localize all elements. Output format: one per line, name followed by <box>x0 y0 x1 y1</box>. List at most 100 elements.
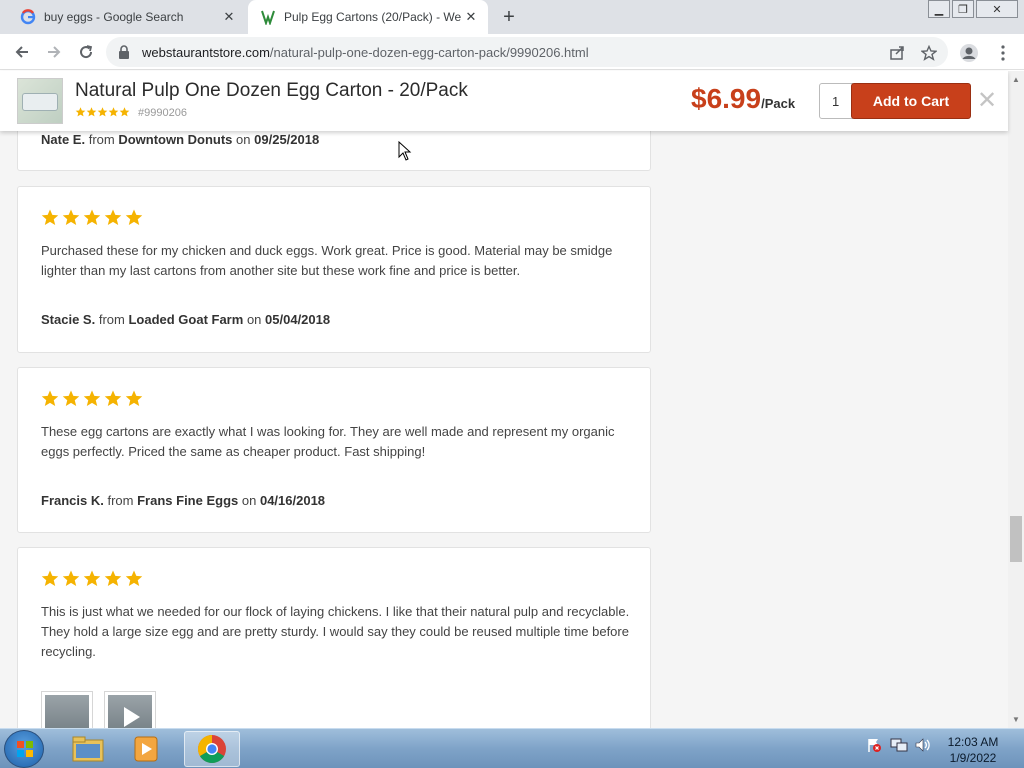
star-icon <box>83 390 101 407</box>
mouse-cursor-icon <box>398 141 412 161</box>
review-date: 09/25/2018 <box>254 132 320 147</box>
sticky-product-header: Natural Pulp One Dozen Egg Carton - 20/P… <box>0 71 1008 131</box>
restore-button[interactable]: ❐ <box>952 0 974 18</box>
tab-strip: buy eggs - Google Search ✕ Pulp Egg Cart… <box>0 0 1024 34</box>
new-tab-button[interactable]: + <box>498 6 520 28</box>
review-author: Nate E. <box>41 132 86 147</box>
review-card: These egg cartons are exactly what I was… <box>17 367 651 533</box>
review-video-thumbnail[interactable] <box>104 691 156 728</box>
close-sticky-header-icon[interactable]: ✕ <box>976 85 998 115</box>
review-byline: Nate E. from Downtown Donuts on 09/25/20… <box>41 132 319 147</box>
star-icon <box>83 570 101 587</box>
arrow-right-icon <box>48 46 61 58</box>
review-video <box>108 695 152 728</box>
tab-google-search[interactable]: buy eggs - Google Search ✕ <box>8 0 246 34</box>
reload-icon <box>80 45 93 59</box>
star-icon <box>125 209 143 226</box>
review-author: Francis K. <box>41 493 104 508</box>
review-on: on <box>241 493 257 508</box>
review-business: Loaded Goat Farm <box>128 312 244 327</box>
review-from: from <box>98 312 125 327</box>
item-number: #9990206 <box>138 107 187 119</box>
star-icon <box>83 209 101 226</box>
network-icon[interactable] <box>890 737 908 753</box>
review-text: These egg cartons are exactly what I was… <box>41 424 615 459</box>
tab-title: buy eggs - Google Search <box>44 10 184 24</box>
review-text: This is just what we needed for our floc… <box>41 604 630 659</box>
review-on: on <box>236 132 251 147</box>
tab-webstaurant[interactable]: Pulp Egg Cartons (20/Pack) - We ✕ <box>248 0 488 34</box>
close-window-button[interactable]: ✕ <box>976 0 1018 18</box>
review-photo-thumbnail[interactable] <box>41 691 93 728</box>
google-icon <box>20 9 36 25</box>
url-text: webstaurantstore.com/natural-pulp-one-do… <box>142 45 589 60</box>
url-path: /natural-pulp-one-dozen-egg-carton-pack/… <box>269 45 589 60</box>
star-icon <box>97 107 108 117</box>
scroll-up-arrow-icon[interactable]: ▲ <box>1008 73 1024 85</box>
review-date: 04/16/2018 <box>259 493 326 508</box>
star-icon <box>62 570 80 587</box>
forward-button[interactable] <box>42 40 66 64</box>
clock-time: 12:03 AM <box>947 735 999 749</box>
close-tab-icon[interactable]: ✕ <box>462 8 480 26</box>
product-title: Natural Pulp One Dozen Egg Carton - 20/P… <box>75 80 468 101</box>
address-bar[interactable]: webstaurantstore.com/natural-pulp-one-do… <box>106 37 948 67</box>
back-button[interactable] <box>10 40 34 64</box>
star-icon <box>62 390 80 407</box>
price-unit: /Pack <box>761 96 796 111</box>
star-icon <box>41 390 59 407</box>
action-center-flag-icon[interactable] <box>866 737 882 753</box>
webstaurant-icon <box>260 9 276 25</box>
review-author: Stacie S. <box>41 312 96 327</box>
star-icon <box>104 390 122 407</box>
review-photo <box>45 695 89 728</box>
profile-icon[interactable] <box>958 42 980 64</box>
star-icon <box>41 209 59 226</box>
star-icon <box>108 107 119 117</box>
scroll-down-arrow-icon[interactable]: ▼ <box>1008 713 1024 725</box>
media-player-taskbar-button[interactable] <box>120 731 176 767</box>
media-player-icon <box>134 736 158 762</box>
play-icon <box>124 707 140 727</box>
start-button[interactable] <box>4 730 44 768</box>
browser-toolbar: webstaurantstore.com/natural-pulp-one-do… <box>0 34 1024 70</box>
star-icon <box>104 209 122 226</box>
star-rating <box>41 570 143 587</box>
product-thumbnail[interactable] <box>17 78 63 124</box>
file-explorer-taskbar-button[interactable] <box>60 731 116 767</box>
volume-icon[interactable] <box>914 737 932 753</box>
system-clock[interactable]: 12:03 AM 1/9/2022 <box>940 734 1006 766</box>
review-byline: Stacie S. from Loaded Goat Farm on 05/04… <box>41 312 330 327</box>
add-to-cart-button[interactable]: Add to Cart <box>851 83 971 119</box>
reload-button[interactable] <box>74 40 98 64</box>
price-value: $6.99 <box>691 83 762 114</box>
clock-date: 1/9/2022 <box>949 751 997 765</box>
star-rating <box>41 209 143 226</box>
menu-kebab-icon[interactable] <box>992 42 1014 64</box>
star-icon <box>104 570 122 587</box>
scrollbar-thumb[interactable] <box>1010 516 1022 562</box>
review-text: Purchased these for my chicken and duck … <box>41 243 613 278</box>
review-from: from <box>107 493 134 508</box>
close-tab-icon[interactable]: ✕ <box>220 8 238 26</box>
windows-logo-icon <box>17 741 33 757</box>
arrow-left-icon <box>15 46 28 58</box>
page-scrollbar[interactable] <box>1008 71 1024 728</box>
tab-title: Pulp Egg Cartons (20/Pack) - We <box>284 10 462 24</box>
chrome-taskbar-button[interactable] <box>184 731 240 767</box>
share-icon[interactable] <box>888 44 906 62</box>
star-icon <box>62 209 80 226</box>
star-icon <box>119 107 130 117</box>
review-on: on <box>246 312 262 327</box>
minimize-button[interactable]: ▁ <box>928 0 950 18</box>
review-card: Purchased these for my chicken and duck … <box>17 186 651 353</box>
bookmark-star-icon[interactable] <box>920 44 938 62</box>
star-icon <box>75 107 86 117</box>
page-content: Nate E. from Downtown Donuts on 09/25/20… <box>0 71 1008 728</box>
windows-taskbar: 12:03 AM 1/9/2022 <box>0 728 1024 768</box>
quantity-input[interactable]: 1 <box>819 83 853 119</box>
star-icon <box>125 570 143 587</box>
url-domain: webstaurantstore.com <box>142 45 270 60</box>
product-rating[interactable] <box>75 107 130 117</box>
star-rating <box>41 390 143 407</box>
